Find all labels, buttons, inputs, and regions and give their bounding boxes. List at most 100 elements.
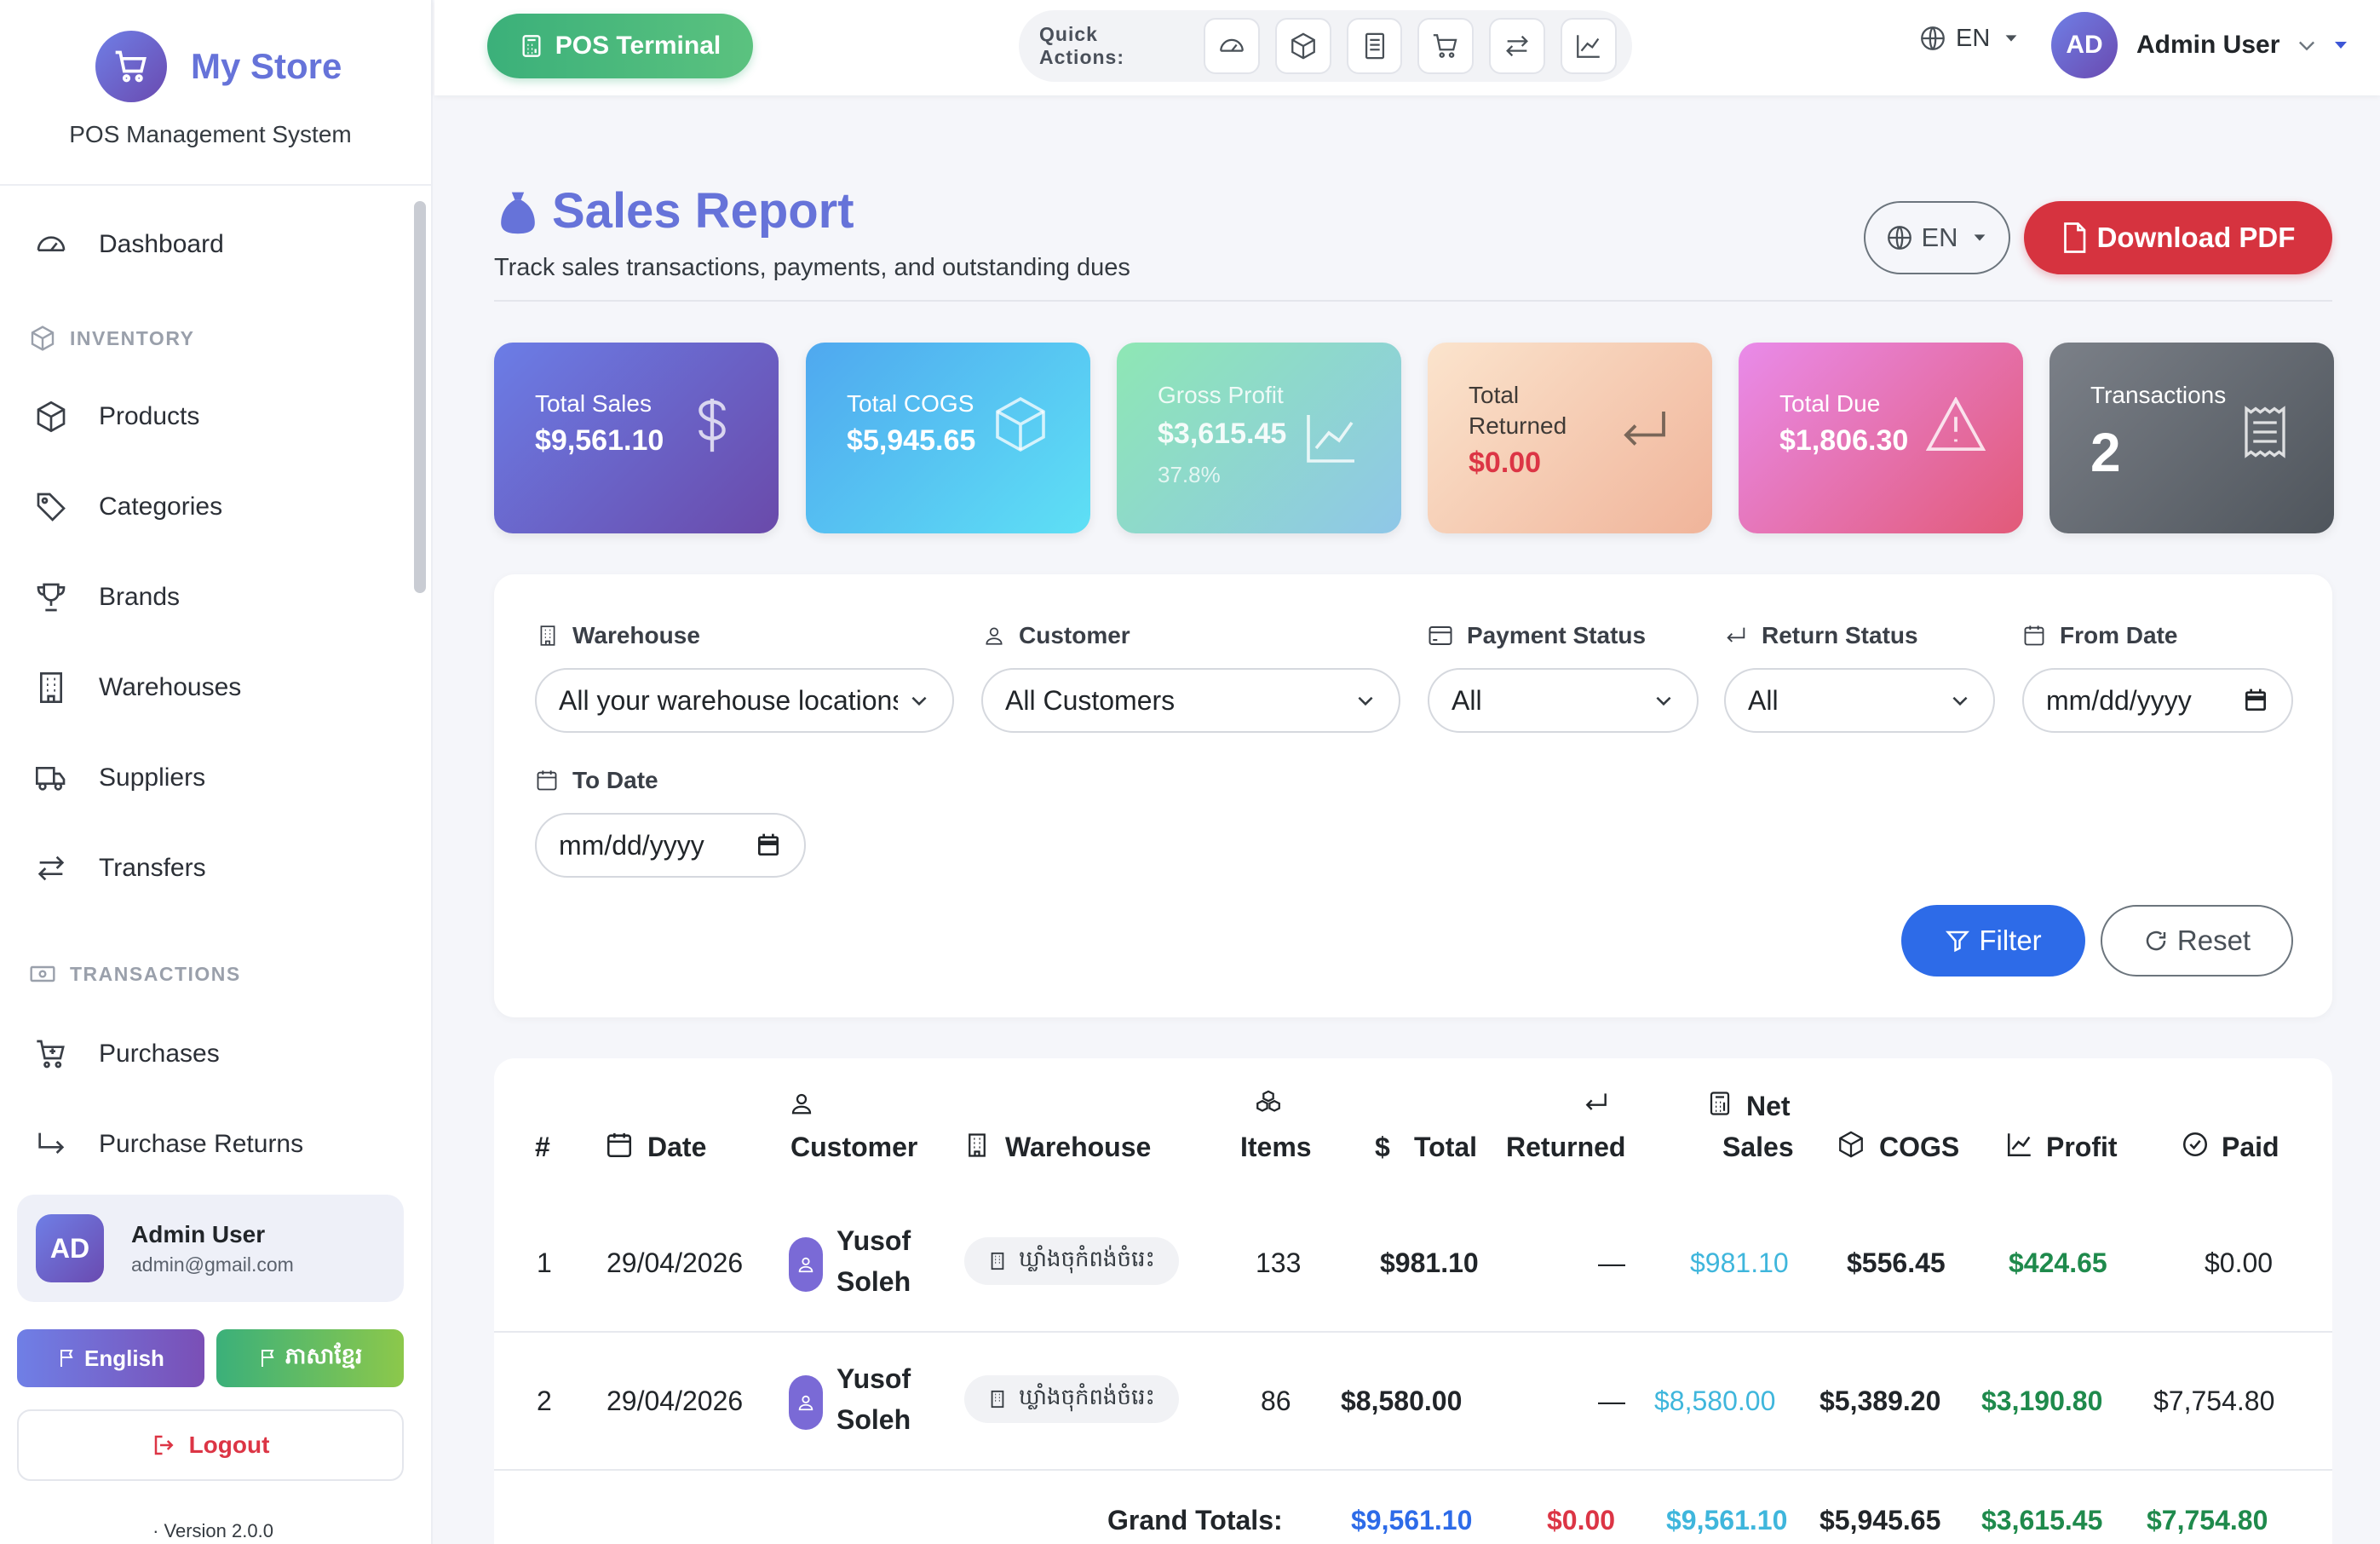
return-status-select[interactable]: All — [1724, 668, 1995, 733]
avatar: AD — [36, 1214, 104, 1282]
totals-cogs: $5,945.65 — [1819, 1505, 1941, 1535]
report-lang-dropdown[interactable]: EN — [1864, 201, 2010, 274]
globe-icon — [1888, 226, 1912, 250]
payment-status-select[interactable]: All — [1428, 668, 1699, 733]
money-bag-icon — [501, 192, 535, 234]
cart-icon — [95, 31, 167, 102]
label-text: Return Status — [1762, 622, 1918, 648]
date-placeholder: mm/dd/yyyy — [559, 829, 704, 861]
cart-plus-icon — [32, 1035, 70, 1073]
logout-label: Logout — [188, 1432, 270, 1458]
page-subtitle: Track sales transactions, payments, and … — [494, 254, 1130, 281]
person-icon — [983, 624, 1005, 648]
credit-card-icon — [1428, 625, 1453, 647]
building-icon — [32, 669, 70, 706]
row-paid: $0.00 — [2205, 1247, 2274, 1278]
row-date: 29/04/2026 — [606, 1247, 744, 1278]
customer-select[interactable]: All Customers — [981, 668, 1400, 733]
row-customer: Yusof — [836, 1363, 911, 1394]
receipt-icon — [2245, 406, 2285, 458]
sidebar-item-purchase-returns[interactable]: Purchase Returns — [0, 1106, 412, 1172]
row-cogs: $556.45 — [1847, 1247, 1946, 1278]
select-value: All — [1748, 684, 1779, 716]
row-num: 2 — [537, 1386, 552, 1416]
receipt-icon — [1365, 32, 1384, 60]
sidebar-item-brands[interactable]: Brands — [0, 559, 412, 636]
brand-link[interactable]: My Store — [95, 31, 342, 102]
filter-panel: Warehouse All your warehouse locations C… — [494, 574, 2332, 1017]
download-pdf-button[interactable]: Download PDF — [2024, 201, 2332, 274]
top-user-menu[interactable]: AD Admin User — [2051, 12, 2351, 78]
file-pdf-icon — [2063, 222, 2085, 253]
quick-products-button[interactable] — [1274, 18, 1331, 74]
sidebar-item-label: Purchase Returns — [99, 1130, 304, 1158]
flag-icon — [261, 1350, 274, 1367]
col-header-customer: Customer — [790, 1132, 918, 1162]
sidebar-user-card[interactable]: AD Admin User admin@gmail.com — [17, 1195, 404, 1302]
row-paid: $7,754.80 — [2153, 1386, 2275, 1416]
sidebar-item-suppliers[interactable]: Suppliers — [0, 740, 412, 816]
quick-cart-button[interactable] — [1417, 18, 1475, 74]
quick-transfer-button[interactable] — [1489, 18, 1546, 74]
quick-report-button[interactable] — [1346, 18, 1403, 74]
globe-icon — [1921, 26, 1945, 50]
dollar-icon — [698, 398, 726, 452]
filter-button[interactable]: Filter — [1901, 905, 2085, 977]
from-date-input[interactable]: mm/dd/yyyy — [2022, 668, 2293, 733]
warning-icon — [1926, 397, 1986, 451]
sidebar-item-label: Purchases — [99, 1040, 220, 1068]
calendar-icon[interactable] — [755, 832, 782, 859]
totals-profit: $3,615.45 — [1981, 1505, 2103, 1535]
cart-icon — [1434, 34, 1457, 58]
calendar-icon[interactable] — [2242, 687, 2269, 714]
row-divider — [494, 1331, 2332, 1333]
sidebar-item-label: Dashboard — [99, 230, 224, 258]
cash-icon — [29, 959, 58, 988]
caret-down-icon — [2005, 35, 2017, 42]
section-inventory: INVENTORY — [29, 324, 194, 353]
sidebar-item-categories[interactable]: Categories — [0, 469, 412, 545]
box-icon — [1837, 1130, 1865, 1163]
line-chart-icon — [1307, 415, 1354, 463]
stat-label: Total Sales — [535, 390, 652, 417]
quick-actions-label: Quick Actions: — [1039, 23, 1124, 68]
sidebar-item-warehouses[interactable]: Warehouses — [0, 649, 412, 726]
col-header-net-sales-2: Sales — [1722, 1132, 1794, 1162]
building-icon — [537, 623, 559, 648]
box-icon — [1291, 32, 1315, 60]
to-date-input[interactable]: mm/dd/yyyy — [535, 813, 806, 878]
top-lang-dropdown[interactable]: EN — [1918, 24, 2021, 53]
customer-avatar-icon — [789, 1237, 823, 1292]
truck-icon — [32, 759, 70, 797]
row-returned: — — [1598, 1386, 1625, 1416]
row-date: 29/04/2026 — [606, 1386, 744, 1416]
lang-label: English — [84, 1345, 164, 1371]
quick-chart-button[interactable] — [1561, 18, 1617, 74]
chevron-down-icon — [1653, 689, 1675, 712]
pos-terminal-button[interactable]: POS Terminal — [487, 14, 753, 78]
col-header-items: Items — [1240, 1132, 1312, 1162]
pos-label: POS Terminal — [555, 32, 721, 60]
reset-button[interactable]: Reset — [2101, 905, 2293, 977]
sidebar-item-transfers[interactable]: Transfers — [0, 830, 412, 907]
lang-khmer-button[interactable]: ភាសាខ្មែរ — [216, 1329, 404, 1387]
stat-label: Transactions — [2090, 382, 2227, 408]
row-customer: Yusof — [836, 1225, 911, 1256]
sidebar-scrollbar[interactable] — [414, 201, 426, 593]
stat-card-total-returned: Total Returned $0.00 — [1428, 343, 1712, 533]
sidebar-item-dashboard[interactable]: Dashboard — [0, 206, 412, 283]
lang-english-button[interactable]: English — [17, 1329, 204, 1387]
lang-value: EN — [1956, 24, 1991, 52]
sidebar-item-purchases[interactable]: Purchases — [0, 1016, 412, 1092]
avatar: AD — [2051, 12, 2118, 78]
tags-icon — [32, 488, 70, 526]
sidebar-nav: Dashboard INVENTORY Products Categories … — [0, 187, 412, 1172]
stat-value: 2 — [2090, 422, 2121, 483]
row-profit: $424.65 — [2009, 1247, 2107, 1278]
logout-button[interactable]: Logout — [17, 1409, 404, 1481]
sidebar-item-products[interactable]: Products — [0, 378, 412, 455]
stat-label: Gross Profit — [1158, 382, 1284, 408]
building-icon — [964, 1130, 990, 1165]
warehouse-select[interactable]: All your warehouse locations — [535, 668, 954, 733]
quick-dashboard-button[interactable] — [1203, 18, 1260, 74]
